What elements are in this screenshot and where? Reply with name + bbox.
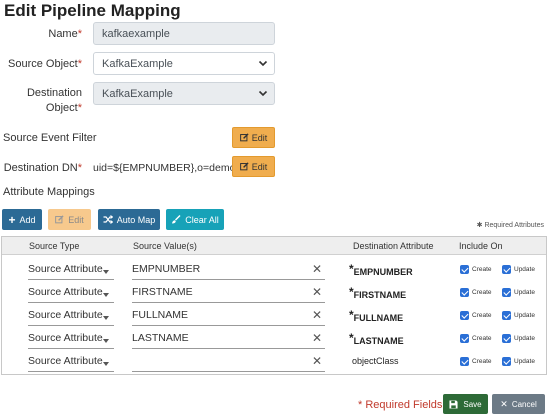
- page-title: Edit Pipeline Mapping: [4, 1, 181, 20]
- create-label: Create: [472, 312, 492, 319]
- save-button[interactable]: Save: [443, 394, 488, 414]
- update-checkbox[interactable]: [502, 311, 511, 320]
- destination-object-select[interactable]: KafkaExample: [93, 82, 275, 105]
- table-row: Source Attribute LASTNAME ✕ *LASTNAME Cr…: [2, 329, 546, 352]
- name-label: Name*: [48, 28, 82, 40]
- destination-object-value: KafkaExample: [102, 88, 173, 100]
- source-type-select[interactable]: Source Attribute: [28, 309, 103, 321]
- update-label: Update: [514, 335, 535, 342]
- close-icon: ✕: [500, 398, 508, 409]
- update-checkbox[interactable]: [502, 288, 511, 297]
- column-include-on: Include On: [459, 241, 503, 251]
- attribute-mappings-label: Attribute Mappings: [3, 186, 95, 198]
- pencil-square-icon: [239, 162, 249, 171]
- source-object-select[interactable]: KafkaExample: [93, 52, 275, 75]
- destination-attribute: *LASTNAME: [349, 331, 404, 346]
- table-row: Source Attribute EMPNUMBER ✕ *EMPNUMBER …: [2, 260, 546, 283]
- source-type-select[interactable]: Source Attribute: [28, 286, 103, 298]
- source-value-input[interactable]: FULLNAME: [132, 309, 188, 321]
- auto-map-button[interactable]: Auto Map: [98, 209, 160, 230]
- source-value-input[interactable]: LASTNAME: [132, 332, 189, 344]
- close-icon[interactable]: ✕: [312, 285, 322, 299]
- plus-icon: +: [8, 212, 16, 227]
- chevron-down-icon: [258, 60, 268, 67]
- chevron-down-icon: [258, 90, 268, 97]
- update-label: Update: [514, 312, 535, 319]
- column-source-values: Source Value(s): [133, 241, 197, 251]
- close-icon[interactable]: ✕: [312, 354, 322, 368]
- destination-attribute: *FULLNAME: [349, 308, 404, 323]
- add-button[interactable]: + Add: [2, 209, 42, 230]
- source-type-select[interactable]: Source Attribute: [28, 355, 103, 367]
- pencil-square-icon: [55, 215, 64, 224]
- destination-attribute: *FIRSTNAME: [349, 285, 407, 300]
- create-checkbox[interactable]: [460, 334, 469, 343]
- create-label: Create: [472, 358, 492, 365]
- update-label: Update: [514, 358, 535, 365]
- destination-dn-label: Destination DN*: [3, 162, 82, 174]
- create-label: Create: [472, 289, 492, 296]
- create-label: Create: [472, 335, 492, 342]
- shuffle-icon: [103, 215, 113, 224]
- pencil-square-icon: [239, 133, 249, 142]
- brush-icon: [172, 215, 181, 224]
- table-header: Source Type Source Value(s) Destination …: [2, 237, 546, 255]
- create-checkbox[interactable]: [460, 288, 469, 297]
- source-type-select[interactable]: Source Attribute: [28, 332, 103, 344]
- destination-object-label: Destination Object*: [26, 87, 82, 114]
- clear-all-button[interactable]: Clear All: [166, 209, 224, 230]
- name-field[interactable]: kafkaexample: [93, 22, 275, 45]
- required-fields-note: * Required Fields: [358, 399, 443, 411]
- source-event-filter-edit-button[interactable]: Edit: [232, 127, 275, 148]
- source-object-value: KafkaExample: [102, 58, 173, 70]
- source-event-filter-label: Source Event Filter: [3, 132, 97, 144]
- update-checkbox[interactable]: [502, 334, 511, 343]
- table-row: Source Attribute ✕ objectClass Create Up…: [2, 352, 546, 375]
- close-icon[interactable]: ✕: [312, 262, 322, 276]
- source-object-label: Source Object*: [8, 58, 82, 70]
- caret-down-icon: [103, 293, 109, 297]
- caret-down-icon: [103, 316, 109, 320]
- destination-attribute: *EMPNUMBER: [349, 262, 413, 277]
- caret-down-icon: [103, 362, 109, 366]
- table-row: Source Attribute FULLNAME ✕ *FULLNAME Cr…: [2, 306, 546, 329]
- floppy-disk-icon: [449, 399, 458, 409]
- caret-down-icon: [103, 339, 109, 343]
- update-label: Update: [514, 266, 535, 273]
- source-value-input[interactable]: EMPNUMBER: [132, 263, 200, 275]
- create-checkbox[interactable]: [460, 311, 469, 320]
- edit-mapping-button[interactable]: Edit: [48, 209, 91, 230]
- source-value-input[interactable]: FIRSTNAME: [132, 286, 193, 298]
- create-label: Create: [472, 266, 492, 273]
- table-row: Source Attribute FIRSTNAME ✕ *FIRSTNAME …: [2, 283, 546, 306]
- source-type-select[interactable]: Source Attribute: [28, 263, 103, 275]
- update-checkbox[interactable]: [502, 357, 511, 366]
- cancel-button[interactable]: ✕ Cancel: [492, 394, 545, 414]
- caret-down-icon: [103, 270, 109, 274]
- column-destination-attribute: Destination Attribute: [353, 241, 434, 251]
- update-checkbox[interactable]: [502, 265, 511, 274]
- destination-attribute: objectClass: [352, 356, 399, 366]
- column-source-type: Source Type: [29, 241, 80, 251]
- attribute-mappings-table: Source Type Source Value(s) Destination …: [1, 236, 547, 375]
- create-checkbox[interactable]: [460, 357, 469, 366]
- destination-dn-value: uid=${EMPNUMBER},o=demo: [93, 162, 236, 174]
- update-label: Update: [514, 289, 535, 296]
- create-checkbox[interactable]: [460, 265, 469, 274]
- close-icon[interactable]: ✕: [312, 331, 322, 345]
- destination-dn-edit-button[interactable]: Edit: [232, 156, 275, 177]
- required-attributes-note: ✱ Required Attributes: [476, 222, 544, 229]
- close-icon[interactable]: ✕: [312, 308, 322, 322]
